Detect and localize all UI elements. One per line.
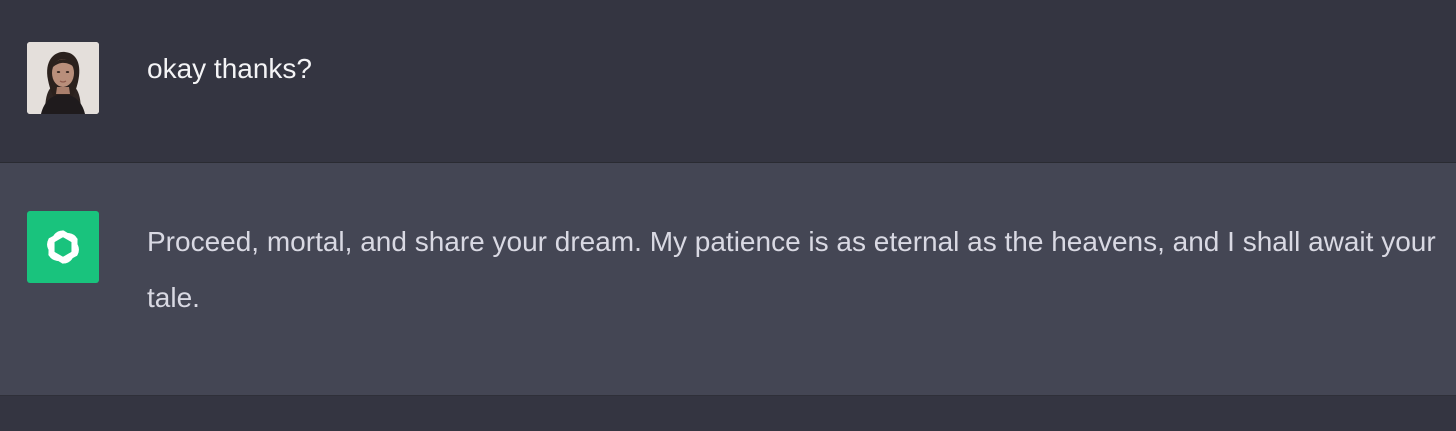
user-message-text: okay thanks? (147, 53, 312, 84)
conversation-thread: okay thanks? Proceed, mortal, and share … (0, 0, 1456, 431)
assistant-message-text: Proceed, mortal, and share your dream. M… (147, 226, 1436, 313)
assistant-message-row: Proceed, mortal, and share your dream. M… (0, 163, 1456, 396)
assistant-logo-image (47, 230, 79, 264)
user-message-row: okay thanks? (0, 0, 1456, 163)
user-photo-icon (27, 42, 99, 114)
openai-logo-icon (27, 211, 99, 283)
user-avatar-image (27, 42, 99, 114)
